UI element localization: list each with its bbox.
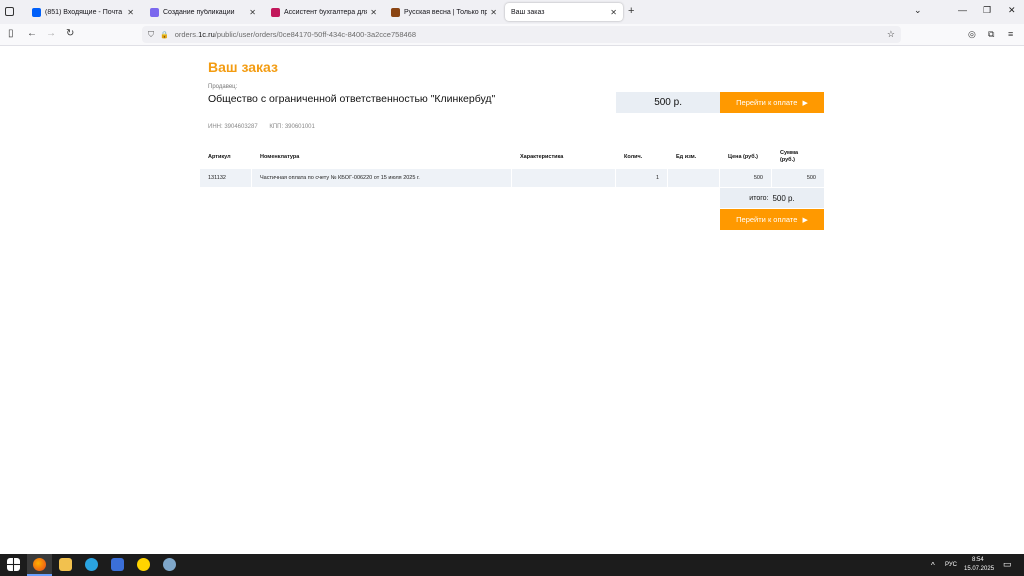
close-icon[interactable]: ✕ [249, 8, 256, 17]
cell-sum: 500 [806, 175, 816, 181]
close-icon[interactable]: ✕ [490, 8, 497, 17]
col-header-name: Номенклатура [260, 154, 300, 160]
url-path: /public/user/orders/0ce84170-50ff-434c-8… [214, 30, 417, 39]
nav-bar: ▯ ← → ↻ ⛉ 🔒 orders.1c.ru/public/user/ord… [0, 24, 1024, 46]
col-header-sum: Сумма (руб.) [780, 150, 799, 163]
close-icon[interactable]: ✕ [370, 8, 377, 17]
cell-unit [668, 169, 720, 187]
tab-accountant-assistant[interactable]: Ассистент бухгалтера для загр ✕ [265, 3, 383, 21]
page-title: Ваш заказ [208, 59, 278, 75]
account-icon[interactable]: ◎ [968, 29, 976, 40]
itogo-label: итого: [749, 194, 769, 202]
tab-bar: (851) Входящие - Почта Mail ✕ Создание п… [0, 0, 1024, 24]
cell-article: 131132 [200, 169, 252, 187]
seller-label: Продавец: [208, 84, 238, 90]
tab-label: Русская весна | Только провер [404, 8, 488, 16]
lock-icon[interactable]: 🔒 [160, 31, 169, 39]
tray-chevron-up-icon[interactable]: ^ [931, 561, 935, 570]
seller-name: Общество с ограниченной ответственностью… [208, 93, 496, 105]
kpp-text: КПП: 390601001 [269, 124, 315, 130]
inn-text: ИНН: 3904603287 [208, 124, 258, 130]
tab-label: Ваш заказ [511, 8, 545, 16]
back-icon[interactable]: ← [27, 28, 37, 40]
mail-icon [32, 7, 41, 17]
menu-icon[interactable]: ≡ [1008, 29, 1013, 39]
new-tab-button[interactable]: + [628, 5, 634, 17]
close-window-button[interactable]: ✕ [1008, 5, 1016, 16]
firefox-icon[interactable] [33, 558, 46, 571]
pay-button-bottom[interactable]: Перейти к оплате ▶ [720, 209, 824, 230]
col-header-article: Артикул [208, 154, 231, 160]
reload-icon[interactable]: ↻ [66, 28, 74, 40]
cell-name: Частичная оплата по счету № КБОГ-006220 … [252, 169, 512, 187]
tab-mail[interactable]: (851) Входящие - Почта Mail ✕ [26, 3, 140, 21]
tab-your-order[interactable]: Ваш заказ ✕ [505, 3, 623, 21]
forward-icon[interactable]: → [46, 28, 56, 40]
news-icon [391, 7, 400, 17]
telegram-icon[interactable] [85, 558, 98, 571]
tab-list-icon[interactable] [5, 7, 14, 16]
notifications-icon[interactable]: ▭ [1003, 559, 1012, 570]
clock-date[interactable]: 15.07.2025 [964, 566, 994, 572]
clock-time[interactable]: 8:54 [972, 557, 984, 563]
assistant-icon [271, 7, 280, 17]
col-header-qty: Колич. [624, 154, 643, 160]
cell-price: 500 [720, 169, 772, 187]
windows-start-icon[interactable] [7, 558, 20, 571]
close-icon[interactable]: ✕ [127, 8, 134, 17]
tab-label: (851) Входящие - Почта Mail [45, 8, 124, 16]
chevron-down-icon[interactable]: ⌄ [914, 5, 922, 16]
network-app-icon[interactable] [111, 558, 124, 571]
url-text[interactable]: orders.1c.ru/public/user/orders/0ce84170… [175, 30, 416, 39]
1c-icon[interactable] [137, 558, 150, 571]
taskbar: ^ РУС 8:54 15.07.2025 ▭ [0, 554, 1024, 576]
star-icon[interactable]: ☆ [887, 29, 895, 40]
itogo-box: итого: 500 р. [720, 188, 824, 208]
tab-label: Ассистент бухгалтера для загр [284, 8, 368, 16]
file-explorer-icon[interactable] [59, 558, 72, 571]
pay-button-label: Перейти к оплате [736, 98, 798, 107]
language-indicator[interactable]: РУС [945, 562, 957, 568]
tab-russian-spring[interactable]: Русская весна | Только провер ✕ [385, 3, 503, 21]
pay-button-top[interactable]: Перейти к оплате ▶ [720, 92, 824, 113]
play-icon: ▶ [802, 216, 808, 224]
tab-label: Создание публикации [163, 8, 235, 16]
pay-button-label: Перейти к оплате [736, 215, 798, 224]
page-icon [150, 7, 159, 17]
app-icon[interactable] [163, 558, 176, 571]
col-header-price: Цена (руб.) [728, 154, 758, 160]
cell-qty: 1 [616, 169, 668, 187]
seller-tax-ids: ИНН: 3904603287 КПП: 390601001 [208, 124, 325, 130]
restore-button[interactable]: ❐ [983, 5, 991, 16]
extensions-icon[interactable]: ⧉ [988, 29, 994, 40]
url-domain: 1c.ru [198, 30, 215, 39]
order-total-value: 500 р. [654, 97, 682, 108]
url-bar[interactable]: ⛉ 🔒 orders.1c.ru/public/user/orders/0ce8… [142, 26, 901, 43]
col-header-characteristic: Характеристика [520, 154, 564, 160]
itogo-value: 500 р. [772, 193, 795, 203]
minimize-button[interactable]: — [958, 5, 967, 15]
order-total-box: 500 р. [616, 92, 720, 113]
shield-icon[interactable]: ⛉ [148, 30, 154, 40]
cell-characteristic [512, 169, 616, 187]
play-icon: ▶ [802, 99, 808, 107]
col-header-unit: Ед изм. [676, 154, 697, 160]
url-host: orders. [174, 30, 199, 39]
close-icon[interactable]: ✕ [610, 8, 617, 17]
sidebar-icon[interactable]: ▯ [8, 28, 14, 40]
tab-create-publication[interactable]: Создание публикации ✕ [144, 3, 262, 21]
